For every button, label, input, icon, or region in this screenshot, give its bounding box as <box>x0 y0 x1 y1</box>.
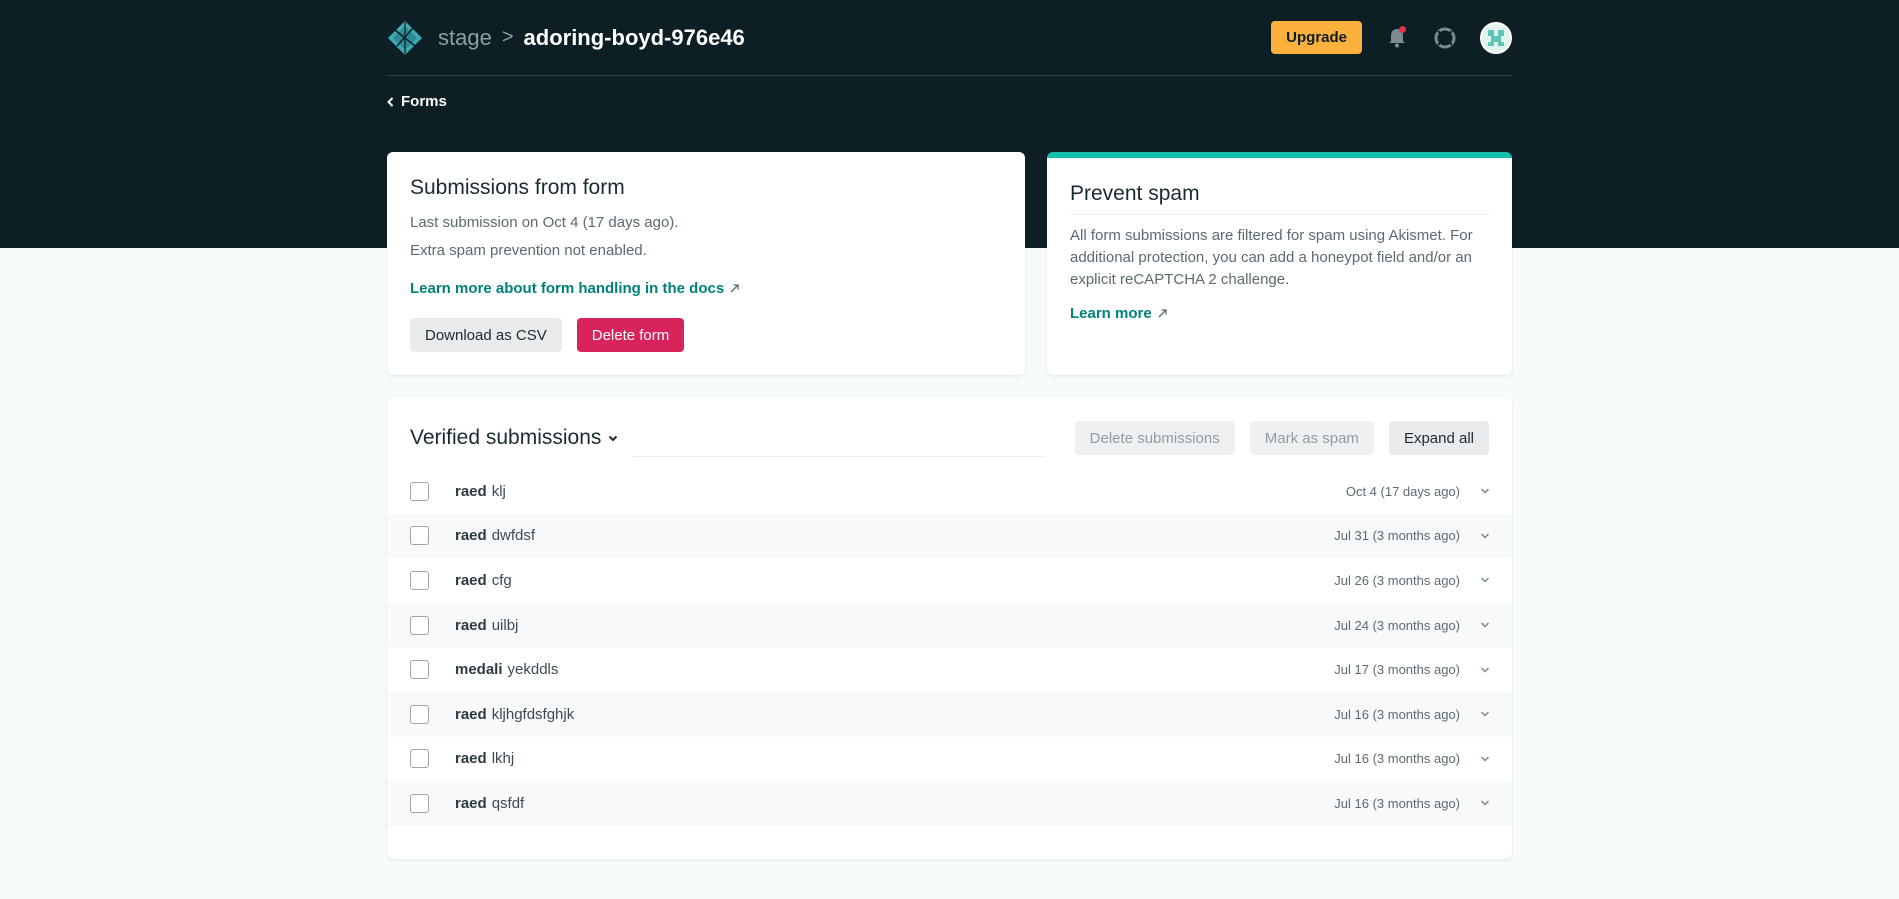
chevron-down-icon <box>609 435 618 441</box>
submissions-list: raed klj Oct 4 (17 days ago) raed dwfdsf J… <box>387 469 1512 826</box>
spam-status-text: Extra spam prevention not enabled. <box>410 242 647 259</box>
submission-checkbox[interactable] <box>410 615 429 635</box>
expand-all-button[interactable]: Expand all <box>1388 421 1489 455</box>
list-item[interactable]: raed qsfdf Jul 16 (3 months ago) <box>387 781 1512 826</box>
submission-checkbox[interactable] <box>410 793 429 813</box>
submission-message: qsfdf <box>491 794 525 812</box>
submission-summary: raed qsfdf <box>455 795 524 812</box>
form-card-title: Submissions from form <box>410 176 625 199</box>
chevron-down-icon[interactable] <box>1480 620 1490 630</box>
submission-name: raed <box>455 482 487 500</box>
submission-date: Jul 16 (3 months ago) <box>1334 751 1460 767</box>
submission-message: cfg <box>491 571 512 589</box>
submission-name: raed <box>455 616 487 634</box>
spam-card-text: All form submissions are filtered for sp… <box>1070 227 1473 288</box>
top-header: stage > adoring-boyd-976e46 Upgrade <box>387 0 1512 76</box>
submissions-header: Verified submissions Delete submissions … <box>410 421 1489 457</box>
submission-checkbox[interactable] <box>410 704 429 724</box>
submission-date: Jul 24 (3 months ago) <box>1334 617 1460 633</box>
submission-name: raed <box>455 527 487 545</box>
submission-message: lkhj <box>491 750 515 768</box>
form-docs-link-label: Learn more about form handling in the do… <box>410 280 725 297</box>
list-item[interactable]: raed uilbj Jul 24 (3 months ago) <box>387 602 1512 648</box>
delete-form-button[interactable]: Delete form <box>576 318 685 352</box>
netlify-logo-icon[interactable] <box>387 20 423 56</box>
submission-summary: raed cfg <box>455 572 512 589</box>
submission-name: raed <box>455 705 487 723</box>
submission-message: uilbj <box>491 616 519 634</box>
form-docs-link[interactable]: Learn more about form handling in the do… <box>410 280 739 297</box>
submission-summary: raed uilbj <box>455 617 518 634</box>
list-item[interactable]: raed dwfdsf Jul 31 (3 months ago) <box>387 513 1512 559</box>
learn-more-link[interactable]: Learn more <box>1070 305 1167 322</box>
chevron-down-icon[interactable] <box>1480 486 1490 496</box>
learn-more-label: Learn more <box>1070 305 1152 322</box>
support-button[interactable] <box>1432 25 1458 51</box>
breadcrumb-team[interactable]: stage <box>438 25 492 51</box>
list-item[interactable]: raed kljhgfdsfghjk Jul 16 (3 months ago) <box>387 691 1512 737</box>
submission-name: medali <box>455 661 503 679</box>
submission-summary: raed dwfdsf <box>455 527 535 544</box>
submission-checkbox[interactable] <box>410 570 429 590</box>
header-actions: Upgrade <box>1271 21 1512 54</box>
external-link-icon <box>1158 309 1167 318</box>
submission-checkbox[interactable] <box>410 526 429 546</box>
chevron-down-icon[interactable] <box>1480 575 1490 585</box>
submission-message: yekddls <box>507 661 559 679</box>
submission-name: raed <box>455 794 487 812</box>
list-item[interactable]: raed klj Oct 4 (17 days ago) <box>387 469 1512 514</box>
upgrade-button[interactable]: Upgrade <box>1271 21 1362 54</box>
submission-name: raed <box>455 750 487 768</box>
breadcrumb-separator: > <box>501 26 514 48</box>
chevron-left-icon <box>387 96 394 107</box>
submission-message: dwfdsf <box>491 527 536 545</box>
breadcrumb-site[interactable]: adoring-boyd-976e46 <box>524 25 745 51</box>
submission-summary: medali yekddls <box>455 661 558 678</box>
list-item[interactable]: raed cfg Jul 26 (3 months ago) <box>387 558 1512 603</box>
form-actions: Download as CSV Delete form <box>410 318 1002 352</box>
submission-summary: raed kljhgfdsfghjk <box>455 706 574 723</box>
avatar[interactable] <box>1480 21 1512 54</box>
back-to-forms-link[interactable]: Forms <box>387 93 447 110</box>
spam-card-title: Prevent spam <box>1070 182 1489 215</box>
chevron-down-icon[interactable] <box>1480 665 1490 675</box>
support-icon <box>1434 27 1456 48</box>
chevron-down-icon[interactable] <box>1480 709 1490 719</box>
submissions-filter-dropdown[interactable]: Verified submissions <box>410 426 618 450</box>
submission-date: Jul 16 (3 months ago) <box>1334 706 1460 722</box>
submission-message: klj <box>491 482 506 500</box>
chevron-down-icon[interactable] <box>1480 798 1490 808</box>
submission-date: Jul 16 (3 months ago) <box>1334 795 1460 811</box>
verified-submissions-card: Verified submissions Delete submissions … <box>387 397 1512 859</box>
chevron-down-icon[interactable] <box>1480 531 1490 541</box>
notification-dot <box>1399 25 1406 33</box>
back-link-label: Forms <box>401 93 447 110</box>
submission-date: Jul 26 (3 months ago) <box>1334 572 1460 588</box>
submission-message: kljhgfdsfghjk <box>491 705 575 723</box>
submission-name: raed <box>455 571 487 589</box>
submissions-title: Verified submissions <box>410 426 602 449</box>
form-submissions-card: Submissions from form Last submission on… <box>387 152 1025 375</box>
submission-date: Oct 4 (17 days ago) <box>1345 483 1460 499</box>
external-link-icon <box>730 284 739 293</box>
notifications-button[interactable] <box>1384 25 1410 51</box>
chevron-down-icon[interactable] <box>1480 754 1490 764</box>
list-item[interactable]: medali yekddls Jul 17 (3 months ago) <box>387 647 1512 692</box>
delete-submissions-button[interactable]: Delete submissions <box>1074 421 1235 455</box>
submission-summary: raed lkhj <box>455 750 514 767</box>
prevent-spam-card: Prevent spam All form submissions are fi… <box>1047 152 1512 375</box>
download-csv-button[interactable]: Download as CSV <box>410 318 562 352</box>
submission-checkbox[interactable] <box>410 481 429 501</box>
last-submission-text: Last submission on Oct 4 (17 days ago). <box>410 214 679 231</box>
mark-as-spam-button[interactable]: Mark as spam <box>1249 421 1374 455</box>
submission-date: Jul 31 (3 months ago) <box>1334 528 1460 544</box>
submission-date: Jul 17 (3 months ago) <box>1334 662 1460 678</box>
submission-checkbox[interactable] <box>410 660 429 680</box>
avatar-icon <box>1488 29 1504 46</box>
list-item[interactable]: raed lkhj Jul 16 (3 months ago) <box>387 737 1512 782</box>
divider <box>633 456 1045 457</box>
submission-checkbox[interactable] <box>410 749 429 769</box>
submission-summary: raed klj <box>455 483 506 500</box>
